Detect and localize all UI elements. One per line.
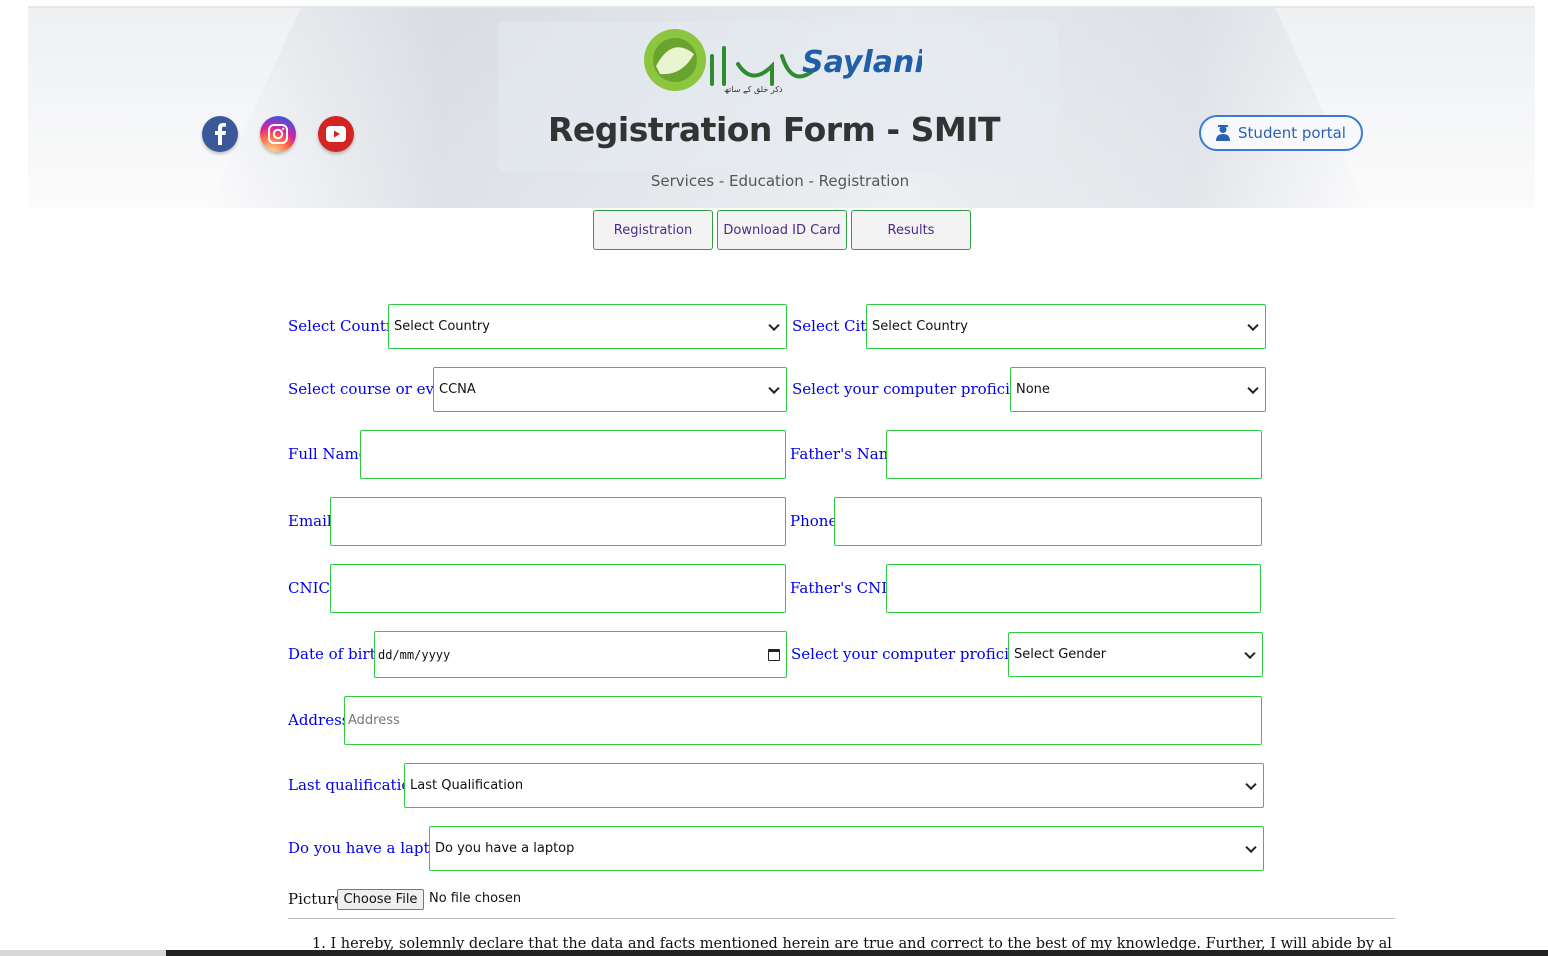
qualification-select-value: Last Qualification: [410, 778, 524, 793]
taskbar: [166, 950, 1548, 956]
qualification-select[interactable]: Last Qualification: [404, 763, 1264, 808]
email-label: Email: [288, 512, 332, 530]
fullname-input[interactable]: [360, 430, 786, 479]
city-select[interactable]: Select Country: [866, 304, 1266, 349]
choose-file-button[interactable]: Choose File: [337, 889, 424, 910]
picture-label: Picture: [288, 890, 344, 908]
course-select[interactable]: CCNA: [433, 367, 787, 412]
address-label: Address: [288, 711, 350, 729]
gender-label: Select your computer proficiency: [791, 645, 1045, 663]
svg-text:ذکر خلق کے ساتھ: ذکر خلق کے ساتھ: [724, 85, 783, 94]
laptop-select-value: Do you have a laptop: [435, 841, 575, 856]
student-icon: [1216, 125, 1231, 141]
father-cnic-input[interactable]: [886, 564, 1261, 613]
gender-select[interactable]: Select Gender: [1008, 632, 1263, 677]
email-input[interactable]: [330, 497, 786, 546]
proficiency-select[interactable]: None: [1010, 367, 1266, 412]
country-select[interactable]: Select Country: [388, 304, 787, 349]
phone-input[interactable]: [834, 497, 1262, 546]
laptop-select[interactable]: Do you have a laptop: [429, 826, 1264, 871]
saylani-logo[interactable]: Saylani ذکر خلق کے ساتھ: [642, 26, 922, 96]
svg-text:Saylani: Saylani: [802, 45, 922, 80]
laptop-label: Do you have a laptop: [288, 839, 449, 857]
address-input[interactable]: Address: [344, 696, 1262, 745]
fathername-input[interactable]: [886, 430, 1262, 479]
father-cnic-label: Father's CNIC: [790, 579, 899, 597]
instagram-icon[interactable]: [260, 116, 296, 152]
dob-input[interactable]: dd/mm/yyyy: [374, 631, 787, 678]
address-placeholder: Address: [348, 713, 400, 728]
facebook-icon[interactable]: [202, 116, 238, 152]
no-file-chosen-text: No file chosen: [429, 891, 522, 906]
city-label: Select City: [792, 317, 875, 335]
registration-button[interactable]: Registration: [593, 210, 713, 250]
phone-label: Phone: [790, 512, 838, 530]
country-label: Select Country: [288, 317, 402, 335]
course-select-value: CCNA: [439, 382, 476, 397]
dob-label: Date of birth: [288, 645, 386, 663]
fullname-label: Full Name: [288, 445, 368, 463]
city-select-value: Select Country: [872, 319, 968, 334]
proficiency-label: Select your computer proficiency: [792, 380, 1046, 398]
taskbar-left: [0, 950, 166, 956]
gender-select-value: Select Gender: [1014, 647, 1107, 662]
youtube-icon[interactable]: [318, 116, 354, 152]
dob-placeholder: dd/mm/yyyy: [378, 647, 451, 662]
student-portal-label: Student portal: [1238, 124, 1346, 142]
results-button[interactable]: Results: [851, 210, 971, 250]
divider: [288, 918, 1395, 919]
cnic-input[interactable]: [330, 564, 786, 613]
cnic-label: CNIC: [288, 579, 331, 597]
country-select-value: Select Country: [394, 319, 490, 334]
page-subtitle: Services - Education - Registration: [650, 172, 910, 190]
download-id-card-button[interactable]: Download ID Card: [717, 210, 847, 250]
student-portal-button[interactable]: Student portal: [1199, 115, 1363, 151]
calendar-icon[interactable]: [768, 648, 780, 661]
proficiency-select-value: None: [1016, 382, 1050, 397]
qualification-label: Last qualification: [288, 776, 421, 794]
